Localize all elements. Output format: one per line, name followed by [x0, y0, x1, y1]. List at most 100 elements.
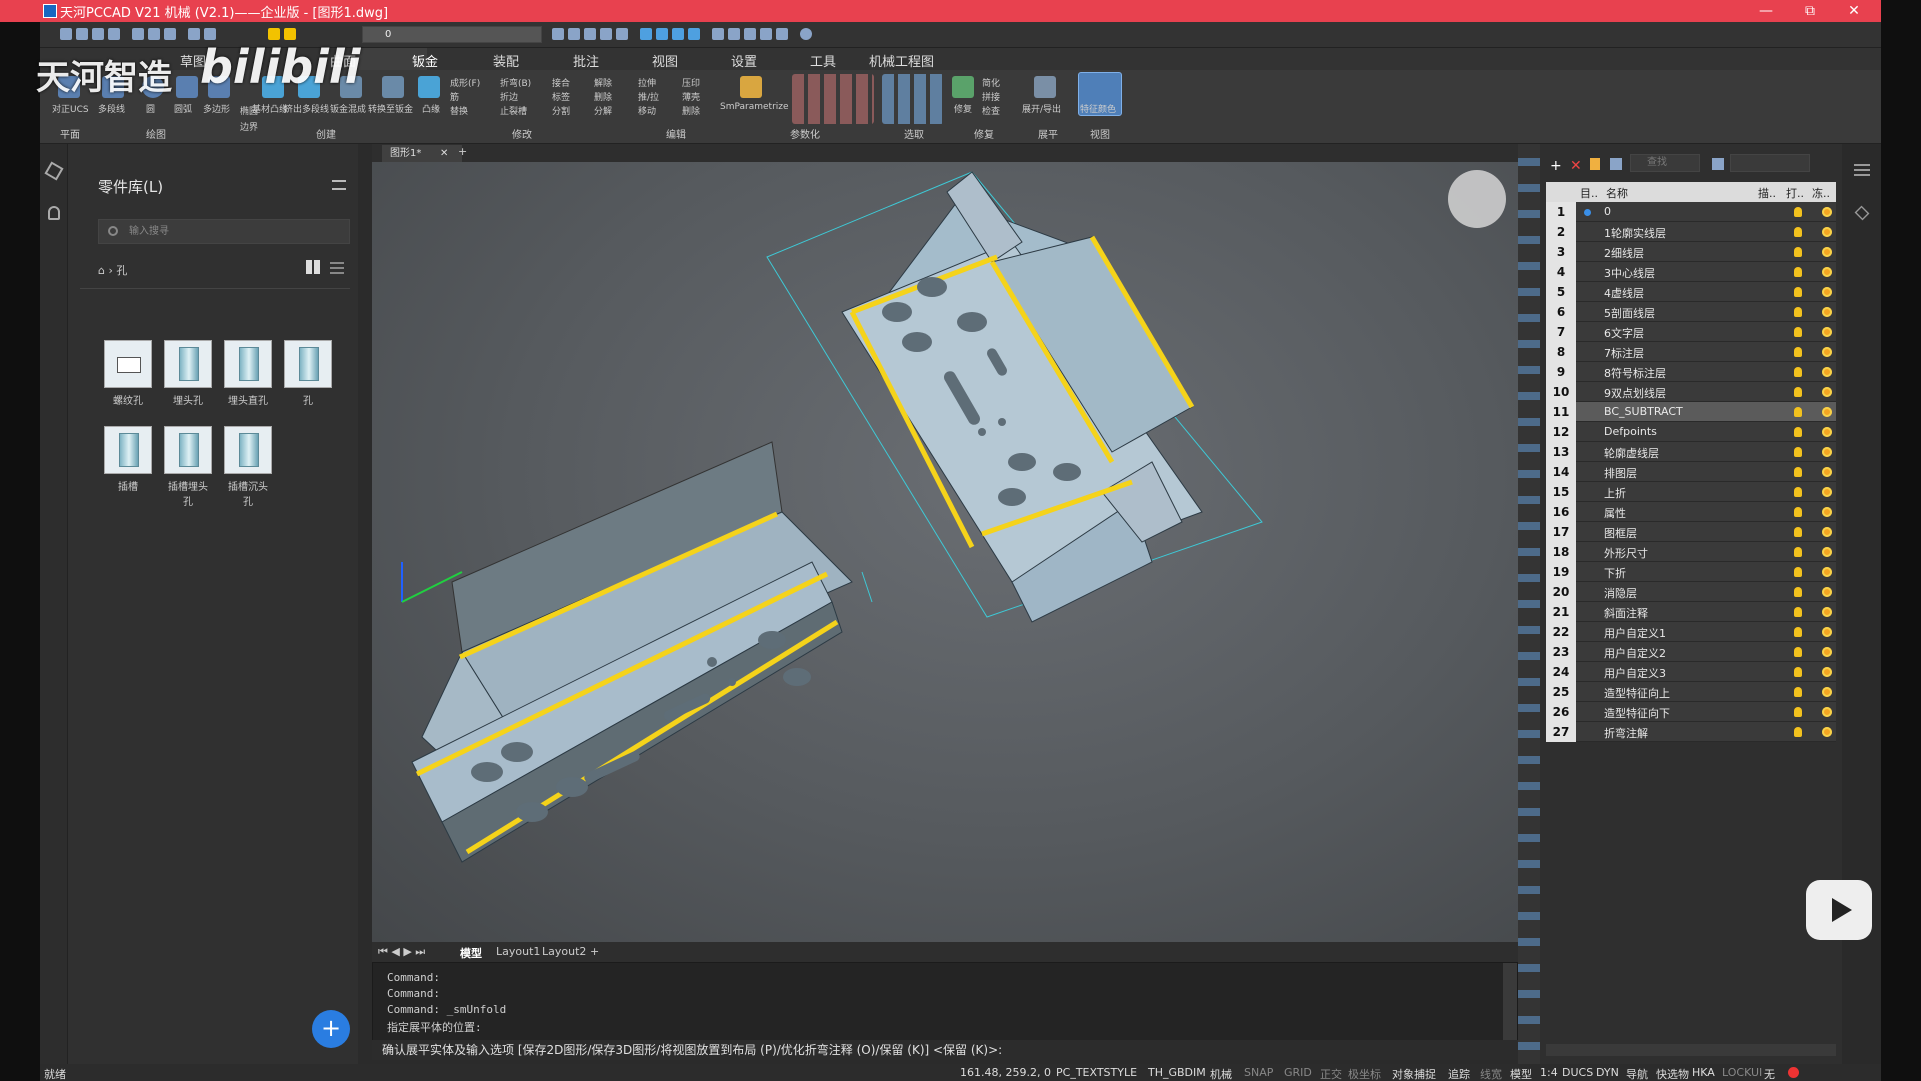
layer-on-icon[interactable] [1794, 527, 1802, 537]
col-freeze[interactable]: 冻.. [1812, 185, 1830, 201]
layer-row[interactable]: 26 造型特征向下 [1546, 702, 1836, 722]
tab-assembly[interactable]: 装配 [493, 51, 519, 70]
tab-annotate[interactable]: 批注 [573, 51, 599, 70]
move-button[interactable]: 移动 [638, 104, 656, 117]
layer-thaw-icon[interactable] [1822, 567, 1832, 577]
layer-on-icon[interactable] [1794, 427, 1802, 437]
tab-layout2[interactable]: Layout2 [542, 945, 586, 958]
toggle-nav[interactable]: 导航 [1626, 1066, 1648, 1081]
layer-row[interactable]: 8 7标注层 [1546, 342, 1836, 362]
layer-row[interactable]: 17 图框层 [1546, 522, 1836, 542]
layer-row[interactable]: 10 9双点划线层 [1546, 382, 1836, 402]
toggle-model[interactable]: 模型 [1510, 1066, 1532, 1081]
new-file-icon[interactable] [60, 28, 72, 40]
layer-thaw-icon[interactable] [1822, 207, 1832, 217]
layer-on-icon[interactable] [1794, 607, 1802, 617]
command-scrollbar[interactable] [1503, 963, 1517, 1049]
tab-tools[interactable]: 工具 [810, 51, 836, 70]
layer-row[interactable]: 16 属性 [1546, 502, 1836, 522]
part-item[interactable]: 插槽 [104, 426, 152, 493]
toggle-lineweight[interactable]: 线宽 [1480, 1066, 1502, 1081]
tab-layout1[interactable]: Layout1 [496, 945, 540, 958]
delete-feature-button[interactable]: 删除 [594, 90, 612, 103]
layer-thaw-icon[interactable] [1822, 487, 1832, 497]
search-input[interactable]: 输入搜寻 [98, 219, 350, 244]
plot-icon[interactable] [148, 28, 160, 40]
layer-thaw-icon[interactable] [1822, 627, 1832, 637]
tab-sheetmetal[interactable]: 钣金 [412, 51, 438, 70]
layer-thaw-icon[interactable] [1822, 607, 1832, 617]
selection-tools-icon[interactable] [882, 74, 944, 124]
tab-settings[interactable]: 设置 [731, 51, 757, 70]
layer-row[interactable]: 21 斜面注释 [1546, 602, 1836, 622]
layer-on-icon[interactable] [1794, 207, 1802, 217]
calculator-icon[interactable] [744, 28, 756, 40]
layer-bulb-icon[interactable] [268, 28, 280, 40]
close-button[interactable]: ✕ [1832, 0, 1876, 22]
boundary-button[interactable]: 边界 [240, 120, 258, 133]
pencil-icon[interactable] [728, 28, 740, 40]
layer-thaw-icon[interactable] [1822, 507, 1832, 517]
join-button[interactable]: 接合 [552, 76, 570, 89]
command-prompt[interactable]: 确认展平实体及输入选项 [保存2D图形/保存3D图形/将视图放置到布局 (P)/… [372, 1040, 1518, 1060]
layer-thaw-icon[interactable] [1822, 527, 1832, 537]
bend-button[interactable]: 折弯(B) [500, 76, 531, 89]
sm-parametrize-icon[interactable] [740, 76, 762, 98]
layer-thaw-icon[interactable] [1822, 347, 1832, 357]
col-print[interactable]: 打.. [1786, 185, 1804, 201]
layer-on-icon[interactable] [1794, 387, 1802, 397]
toggle-lockui[interactable]: LOCKUI [1722, 1066, 1762, 1079]
layer-thaw-icon[interactable] [1822, 667, 1832, 677]
layer-row[interactable]: 27 折弯注解 [1546, 722, 1836, 742]
layer-on-icon[interactable] [1794, 227, 1802, 237]
layer-on-icon[interactable] [1794, 487, 1802, 497]
new-layer-icon[interactable]: + [1550, 158, 1562, 174]
filter-dropdown[interactable] [1730, 154, 1810, 172]
layer-on-icon[interactable] [1794, 247, 1802, 257]
layer-on-icon[interactable] [1794, 447, 1802, 457]
tab-view[interactable]: 视图 [652, 51, 678, 70]
col-status[interactable]: 目.. [1580, 185, 1598, 201]
layer-row[interactable]: 2 1轮廓实线层 [1546, 222, 1836, 242]
flange-icon[interactable] [418, 76, 440, 98]
properties-icon[interactable] [712, 28, 724, 40]
toggle-track[interactable]: 追踪 [1448, 1066, 1470, 1081]
layer-row[interactable]: 13 轮廓虚线层 [1546, 442, 1836, 462]
record-icon[interactable] [1788, 1067, 1799, 1078]
layer-row[interactable]: 5 4虚线层 [1546, 282, 1836, 302]
part-item[interactable]: 孔 [284, 340, 332, 407]
layer-row[interactable]: 4 3中心线层 [1546, 262, 1836, 282]
view-navigation-cube[interactable] [1448, 170, 1506, 228]
layer-on-icon[interactable] [1794, 627, 1802, 637]
release-button[interactable]: 解除 [594, 76, 612, 89]
relief-button[interactable]: 止裂槽 [500, 104, 527, 117]
col-name[interactable]: 名称 [1606, 185, 1628, 201]
layer-row[interactable]: 25 造型特征向上 [1546, 682, 1836, 702]
dim-style[interactable]: TH_GBDIM [1148, 1066, 1206, 1079]
split-button[interactable]: 分割 [552, 104, 570, 117]
constraint-tools-icon[interactable] [792, 74, 874, 124]
help-icon[interactable] [800, 28, 812, 40]
isolate-layer-icon[interactable] [584, 28, 596, 40]
layer-row[interactable]: 20 消隐层 [1546, 582, 1836, 602]
layer-thaw-icon[interactable] [1822, 307, 1832, 317]
unfold-export-icon[interactable] [1034, 76, 1056, 98]
maximize-button[interactable]: ⧉ [1788, 0, 1832, 22]
layer-on-icon[interactable] [1794, 587, 1802, 597]
tab-mech-drawing[interactable]: 机械工程图 [869, 51, 934, 70]
layer-thaw-icon[interactable] [1822, 387, 1832, 397]
layer-on-icon[interactable] [1794, 307, 1802, 317]
properties-icon[interactable] [1854, 164, 1870, 176]
layer-thaw-icon[interactable] [1822, 687, 1832, 697]
tag-button[interactable]: 标签 [552, 90, 570, 103]
isolate-status[interactable]: 无 [1764, 1066, 1775, 1081]
layer-thaw-icon[interactable] [1822, 407, 1832, 417]
workspace-mode[interactable]: 机械 [1210, 1066, 1232, 1081]
add-layout-button[interactable]: + [590, 945, 599, 958]
save-as-icon[interactable] [108, 28, 120, 40]
toggle-polar[interactable]: 极坐标 [1348, 1066, 1381, 1081]
window-icon[interactable] [776, 28, 788, 40]
layer-thaw-icon[interactable] [1822, 327, 1832, 337]
close-tab-icon[interactable]: ✕ [440, 145, 448, 162]
toggle-grid[interactable]: GRID [1284, 1066, 1312, 1079]
